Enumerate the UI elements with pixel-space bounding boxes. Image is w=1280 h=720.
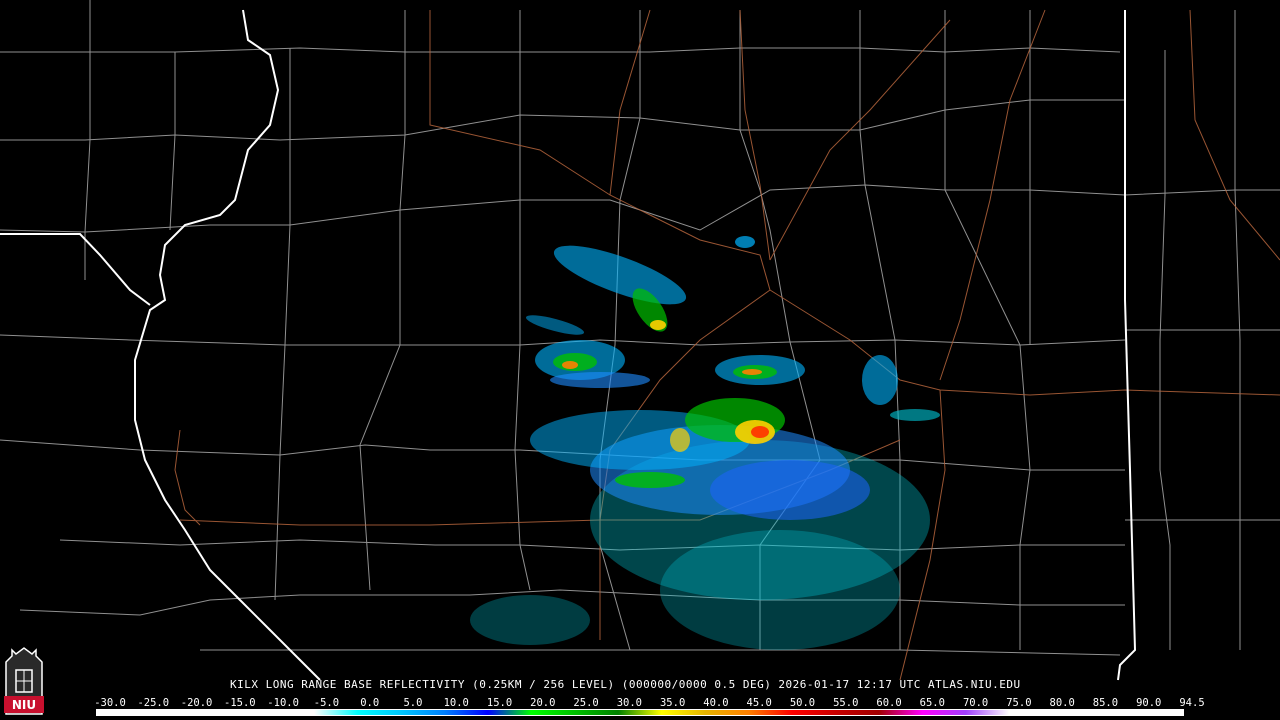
scale-label: 20.0 <box>530 697 556 709</box>
reflectivity-scale-labels: -30.0 -25.0 -20.0 -15.0 -10.0 -5.0 0.0 5.0 10.0 1… <box>92 697 1204 709</box>
radar-echoes <box>470 236 940 650</box>
scale-label: 90.0 <box>1136 697 1162 709</box>
scale-label: 94.5 <box>1179 697 1205 709</box>
scale-label: 50.0 <box>789 697 816 709</box>
scale-label: 45.0 <box>746 697 772 709</box>
scale-label: 80.0 <box>1049 697 1075 709</box>
scale-label: 5.0 <box>403 697 423 709</box>
scale-label: 85.0 <box>1092 697 1119 709</box>
niu-logo-text: NIU <box>11 698 37 712</box>
scale-label: -5.0 <box>313 697 340 709</box>
scale-label: 75.0 <box>1006 697 1032 709</box>
scale-label: 55.0 <box>833 697 859 709</box>
reflectivity-color-bar <box>96 709 1184 716</box>
scale-label: 70.0 <box>962 697 989 709</box>
scale-label: 35.0 <box>659 697 686 709</box>
scale-label: -10.0 <box>267 697 299 709</box>
scale-label: 60.0 <box>876 697 902 709</box>
scale-label: -20.0 <box>180 697 213 709</box>
scale-label: 15.0 <box>486 697 513 709</box>
scale-label: -25.0 <box>137 697 170 709</box>
scale-label: 25.0 <box>573 697 599 709</box>
scale-label: -30.0 <box>94 697 126 709</box>
scale-label: 10.0 <box>443 697 469 709</box>
scale-label: 30.0 <box>616 697 643 709</box>
scale-label: 65.0 <box>919 697 945 709</box>
scale-label: 40.0 <box>703 697 729 709</box>
scale-label: -15.0 <box>224 697 256 709</box>
scale-label: 0.0 <box>360 697 380 709</box>
product-caption: KILX LONG RANGE BASE REFLECTIVITY (0.25K… <box>230 678 1021 691</box>
radar-map <box>0 0 1280 681</box>
